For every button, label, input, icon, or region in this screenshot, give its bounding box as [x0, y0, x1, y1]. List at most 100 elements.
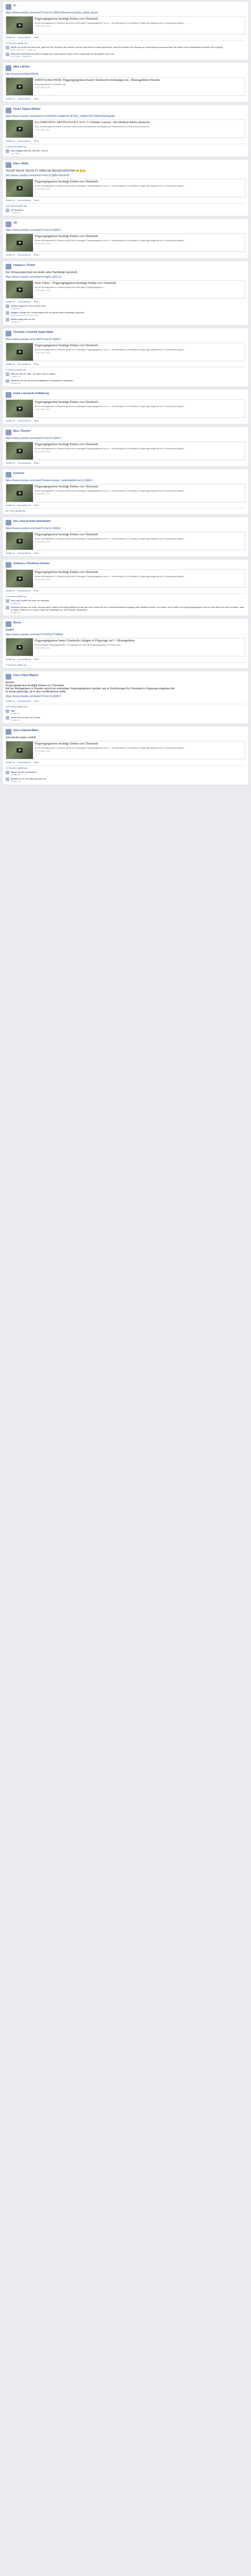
share-button[interactable]: Teilen — [34, 36, 39, 39]
video-thumbnail[interactable] — [6, 78, 33, 95]
commenter-avatar[interactable] — [6, 304, 9, 308]
play-icon[interactable] — [16, 185, 23, 191]
shared-target[interactable]: Dominik Sagan-Maier — [27, 331, 54, 334]
like-button[interactable]: Gefällt mir — [6, 36, 15, 39]
play-icon[interactable] — [16, 645, 23, 650]
like-button[interactable]: Gefällt mir — [6, 419, 15, 422]
share-button[interactable]: Teilen — [34, 504, 39, 506]
play-icon[interactable] — [16, 23, 23, 28]
avatar[interactable] — [6, 621, 11, 627]
comment-button[interactable]: Kommentieren — [18, 97, 31, 100]
author-name[interactable]: Ulf — [13, 222, 17, 225]
video-thumbnail[interactable] — [6, 234, 33, 251]
like-button[interactable]: Gefällt mir — [6, 700, 15, 702]
video-thumbnail[interactable] — [6, 343, 33, 361]
shared-target[interactable]: Tatjana Winkler — [22, 108, 41, 111]
commenter-avatar[interactable] — [6, 777, 9, 781]
card-title[interactable]: Flugzeugingenieur bestätigt Einbau von C… — [35, 742, 243, 746]
post-link[interactable]: https://www.youtube.com/watch?v=wLUL1jl0… — [6, 338, 245, 341]
comment-button[interactable]: Kommentieren — [18, 462, 31, 464]
commenter-avatar[interactable] — [6, 372, 9, 376]
card-title[interactable]: Flugzeugingenieur bestätigt Einbau von C… — [35, 401, 243, 404]
card-title[interactable]: Flugzeugingenieur bestätigt Einbau von C… — [35, 533, 243, 537]
comment-button[interactable]: Kommentieren — [18, 700, 31, 702]
comment-button[interactable]: Kommentieren — [18, 589, 31, 592]
link-preview-card[interactable]: Flugzeugingenieur bestätigt Einbau von C… — [6, 233, 245, 252]
avatar[interactable] — [6, 222, 11, 227]
video-thumbnail[interactable] — [6, 442, 33, 460]
avatar[interactable] — [6, 65, 11, 71]
author-name[interactable]: Elke — [13, 162, 19, 165]
author-name[interactable]: Mia — [13, 430, 18, 433]
post-link[interactable]: http://youtu.be/w9aboGRZ4Ij — [6, 73, 245, 76]
play-icon[interactable] — [16, 406, 23, 411]
comment-button[interactable]: Kommentieren — [18, 140, 31, 142]
author-name[interactable]: Christine — [13, 331, 25, 334]
comment-button[interactable]: Kommentieren — [18, 504, 31, 506]
card-title[interactable]: ILLUMINATEN ÄRZTIN PACKT AUS !!! Globale… — [35, 121, 243, 125]
shared-target[interactable]: Brillen — [22, 65, 30, 69]
shared-target[interactable]: Klaus Wagner — [22, 674, 39, 677]
link-preview-card[interactable]: WHISTLEBLOWER: Flugzeugingenieur baute C… — [6, 77, 245, 96]
avatar[interactable] — [6, 562, 11, 568]
share-button[interactable]: Teilen — [34, 199, 39, 201]
card-title[interactable]: Flugzeugingenieur bestätigt Einbau von C… — [35, 443, 243, 447]
play-icon[interactable] — [16, 576, 23, 581]
link-preview-card[interactable]: Flugzeugingenieur baute Chemtrails-Anlag… — [6, 638, 245, 656]
link-preview-card[interactable]: Flugzeugingenieur bestätigt Einbau von C… — [6, 343, 245, 361]
like-button[interactable]: Gefällt mir — [6, 658, 15, 660]
share-button[interactable]: Teilen — [34, 700, 39, 702]
like-button[interactable]: Gefällt mir — [6, 761, 15, 764]
comment-button[interactable]: Kommentieren — [18, 300, 31, 303]
comment-button[interactable]: Kommentieren — [18, 419, 31, 422]
post-link[interactable]: https://www.youtube.com/watch?v=wLUL1jl0… — [6, 229, 245, 232]
link-preview-card[interactable]: Flugzeugingenieur bestätigt Einbau von C… — [6, 569, 245, 588]
author-name[interactable]: Kemeroz — [13, 472, 24, 475]
commenter-avatar[interactable] — [6, 149, 9, 153]
avatar[interactable] — [6, 729, 11, 735]
share-button[interactable]: Teilen — [34, 300, 39, 303]
card-title[interactable]: WHISTLEBLOWER: Flugzeugingenieur baute C… — [35, 79, 243, 82]
play-icon[interactable] — [16, 538, 23, 544]
author-name[interactable]: Ilse — [13, 520, 18, 523]
likes-summary[interactable]: 2 Personen gefällt das. — [6, 662, 245, 666]
post-link[interactable]: https://www.youtube.com/watch?v=wLUL1jl0… — [6, 437, 245, 440]
likes-summary[interactable]: Ike France gefällt das. — [6, 508, 245, 512]
play-icon[interactable] — [16, 126, 23, 131]
avatar[interactable] — [6, 264, 11, 269]
comment-button[interactable]: Kommentieren — [18, 199, 31, 201]
author-name[interactable]: Hera — [13, 108, 19, 111]
like-button[interactable]: Gefällt mir — [6, 97, 15, 100]
commenter-avatar[interactable] — [6, 606, 9, 609]
likes-summary[interactable]: 3 Personen gefällt das. — [6, 594, 245, 598]
avatar[interactable] — [6, 162, 11, 168]
link-preview-card[interactable]: Flugzeugingenieur bestätigt Einbau von C… — [6, 484, 245, 502]
commenter-avatar[interactable] — [6, 53, 9, 56]
share-button[interactable]: Teilen — [34, 97, 39, 100]
link-preview-card[interactable]: ILLUMINATEN ÄRZTIN PACKT AUS !!! Globale… — [6, 120, 245, 138]
commenter-avatar[interactable] — [6, 379, 9, 383]
like-button[interactable]: Gefällt mir — [6, 552, 15, 554]
avatar[interactable] — [6, 4, 11, 10]
avatar[interactable] — [6, 674, 11, 680]
share-button[interactable]: Teilen — [34, 253, 39, 256]
share-button[interactable]: Teilen — [34, 419, 39, 422]
like-button[interactable]: Gefällt mir — [6, 199, 15, 201]
shared-target[interactable]: Daniela Bäder — [22, 729, 39, 732]
video-thumbnail[interactable] — [6, 16, 33, 34]
card-title[interactable]: Flugzeugingenieur bestätigt Einbau von C… — [35, 180, 243, 184]
shared-target[interactable]: Teichert — [21, 430, 30, 433]
video-thumbnail[interactable] — [6, 120, 33, 138]
avatar[interactable] — [6, 520, 11, 526]
likes-summary[interactable]: 10 Personen gefällt das. — [6, 704, 245, 708]
play-icon[interactable] — [16, 490, 23, 496]
video-thumbnail[interactable] — [6, 400, 33, 417]
video-thumbnail[interactable] — [6, 484, 33, 502]
video-thumbnail[interactable] — [6, 281, 33, 298]
likes-summary[interactable]: 15 Personen gefällt das. — [6, 765, 245, 769]
commenter-avatar[interactable] — [6, 599, 9, 603]
author-name[interactable]: Emmi — [13, 392, 21, 395]
video-thumbnail[interactable] — [6, 570, 33, 587]
author-name[interactable]: Andreas — [13, 562, 24, 565]
like-button[interactable]: Gefällt mir — [6, 253, 15, 256]
